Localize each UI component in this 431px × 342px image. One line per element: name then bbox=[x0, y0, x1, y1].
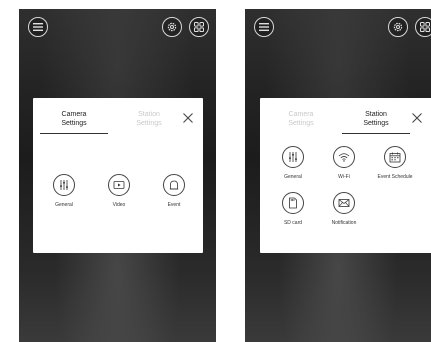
station-settings-screen: Camera Settings Station Settings General… bbox=[245, 9, 431, 342]
tab-label-line2: Settings bbox=[363, 119, 389, 127]
camera-settings-screen: Camera Settings Station Settings General… bbox=[19, 9, 216, 342]
settings-modal: Camera Settings Station Settings General… bbox=[260, 98, 431, 253]
active-tab-underline bbox=[342, 133, 410, 134]
notification-button[interactable]: Notification bbox=[321, 192, 367, 226]
general-label: General bbox=[55, 202, 73, 208]
gear-icon bbox=[393, 22, 403, 32]
event-schedule-label: Event Schedule bbox=[377, 174, 413, 180]
settings-modal: Camera Settings Station Settings General… bbox=[33, 98, 203, 253]
video-play-icon bbox=[113, 181, 125, 189]
sliders-icon bbox=[289, 152, 297, 162]
sliders-icon bbox=[60, 180, 68, 190]
grid-icon bbox=[194, 22, 204, 32]
tab-camera-settings[interactable]: Camera Settings bbox=[271, 111, 331, 128]
tab-station-settings[interactable]: Station Settings bbox=[342, 111, 410, 134]
grid-view-button[interactable] bbox=[189, 17, 209, 37]
event-label: Event bbox=[167, 202, 181, 208]
gear-icon bbox=[167, 22, 177, 32]
settings-button[interactable] bbox=[162, 17, 182, 37]
general-label: General bbox=[284, 174, 302, 180]
menu-button[interactable] bbox=[28, 17, 48, 37]
sd-card-label: SD card bbox=[283, 220, 303, 226]
menu-button[interactable] bbox=[254, 17, 274, 37]
grid-icon bbox=[420, 22, 430, 32]
video-label: Video bbox=[112, 202, 126, 208]
tab-label-line2: Settings bbox=[288, 119, 314, 127]
sd-card-icon bbox=[289, 197, 297, 209]
video-settings-button[interactable]: Video bbox=[96, 174, 142, 208]
calendar-icon bbox=[389, 152, 401, 162]
tab-station-settings[interactable]: Station Settings bbox=[119, 111, 179, 128]
hamburger-icon bbox=[33, 23, 43, 31]
close-icon[interactable] bbox=[411, 112, 423, 124]
wifi-label: Wi-Fi bbox=[338, 174, 350, 180]
tab-label-line2: Settings bbox=[136, 119, 162, 127]
event-settings-button[interactable]: Event bbox=[151, 174, 197, 208]
tab-label-line1: Station bbox=[138, 111, 160, 118]
envelope-icon bbox=[338, 199, 350, 207]
tab-label-line1: Camera bbox=[288, 111, 314, 118]
tab-label-line1: Camera bbox=[61, 111, 87, 118]
tab-camera-settings[interactable]: Camera Settings bbox=[40, 111, 108, 134]
settings-button[interactable] bbox=[388, 17, 408, 37]
active-tab-underline bbox=[40, 133, 108, 134]
bell-icon bbox=[169, 180, 179, 190]
general-settings-button[interactable]: General bbox=[41, 174, 87, 208]
wifi-icon bbox=[338, 153, 350, 162]
notification-label: Notification bbox=[331, 220, 357, 226]
general-settings-button[interactable]: General bbox=[270, 146, 316, 180]
wifi-settings-button[interactable]: Wi-Fi bbox=[321, 146, 367, 180]
event-schedule-button[interactable]: Event Schedule bbox=[372, 146, 418, 180]
sd-card-button[interactable]: SD card bbox=[270, 192, 316, 226]
tab-label-line1: Station bbox=[365, 111, 387, 118]
tab-label-line2: Settings bbox=[61, 119, 87, 127]
hamburger-icon bbox=[259, 23, 269, 31]
close-icon[interactable] bbox=[182, 112, 194, 124]
grid-view-button[interactable] bbox=[415, 17, 431, 37]
